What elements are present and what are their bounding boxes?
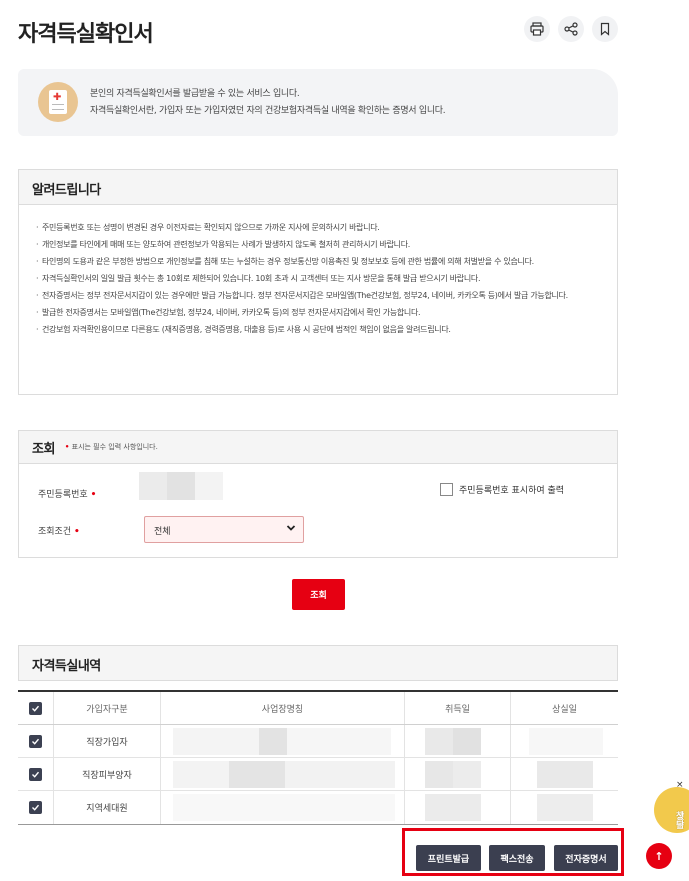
table-row: 직장가입자 [18,725,618,758]
print-icon[interactable] [524,16,550,42]
table-header: 가입자구분 사업장명칭 취득일 상실일 [18,692,618,725]
chatbot-label-bottom: 상담 [676,812,685,831]
row-checkbox[interactable] [29,734,42,748]
rrn-masked-field[interactable] [167,472,195,500]
required-note: • 표시는 필수 입력 사항입니다. [64,443,158,451]
notice-item: 건강보험 자격확인용이므로 다른용도 (재직증명용, 경력증명용, 대출용 등)… [36,323,601,336]
rrn-masked-field[interactable] [139,472,167,500]
member-type: 직장가입자 [54,725,161,757]
select-all-checkbox[interactable] [29,701,42,715]
notice-item: 타인명의 도용과 같은 부정한 방법으로 개인정보를 침해 또는 누설하는 경우… [36,255,601,268]
notice-item: 주민등록번호 또는 성명이 변경된 경우 이전자료는 확인되지 않으므로 가까운… [36,221,601,234]
table-row: 지역세대원 [18,791,618,824]
rrn-display-checkbox[interactable] [440,483,453,496]
notice-section: 알려드립니다 주민등록번호 또는 성명이 변경된 경우 이전자료는 확인되지 않… [18,169,618,395]
rrn-display-label: 주민등록번호 표시하여 출력 [459,486,565,496]
member-type: 직장피부양자 [54,758,161,790]
member-type: 지역세대원 [54,791,161,824]
search-button[interactable]: 조회 [292,579,345,610]
service-intro: ✚ 본인의 자격득실확인서를 발급받을 수 있는 서비스 입니다. 자격득실확인… [18,69,618,136]
rrn-display-option[interactable]: 주민등록번호 표시하여 출력 [440,483,564,496]
lost-date-masked [511,791,618,824]
print-issue-button[interactable]: 프린트발급 [416,845,481,871]
history-title: 자격득실내역 [18,645,618,681]
notice-item: 발급한 전자증명서는 모바일앱(The건강보험, 정부24, 네이버, 카카오톡… [36,306,601,319]
intro-line-1: 본인의 자격득실확인서를 발급받을 수 있는 서비스 입니다. [90,89,300,99]
condition-select[interactable]: 전체 [144,516,304,543]
column-header: 상실일 [552,704,577,715]
table-row: 직장피부양자 [18,758,618,791]
column-header: 사업장명칭 [161,692,405,724]
certificate-icon: ✚ [38,82,78,122]
chatbot-close-icon[interactable]: × [676,780,684,790]
condition-label: 조회조건 • [38,527,80,537]
chatbot-button[interactable]: 챗봇 상담 [654,787,689,833]
notice-item: 개인정보를 타인에게 매매 또는 양도하여 관련정보가 악용되는 사례가 발생하… [36,238,601,251]
notice-item: 자격득실확인서의 일일 발급 횟수는 총 10회로 제한되어 있습니다. 10회… [36,272,601,285]
issue-actions: 프린트발급 팩스전송 전자증명서 [402,828,624,876]
history-table: 가입자구분 사업장명칭 취득일 상실일 직장가입자 직장피부양자 지역세대원 [18,690,618,825]
chevron-down-icon [285,522,297,537]
column-header: 가입자구분 [54,692,161,724]
search-title: 조회 [32,441,55,457]
intro-line-2: 자격득실확인서란, 가입자 또는 가입자였던 자의 건강보험자격득실 내역을 확… [90,106,446,116]
condition-value: 전체 [154,527,171,537]
workplace-masked [161,725,405,757]
row-checkbox[interactable] [29,767,42,781]
workplace-masked [161,791,405,824]
acquired-date-masked [405,758,511,790]
rrn-masked-field[interactable] [195,472,223,500]
acquired-date-masked [405,791,511,824]
notice-title: 알려드립니다 [19,170,617,205]
column-header: 취득일 [405,692,511,724]
lost-date-masked [511,725,618,757]
row-checkbox[interactable] [29,801,42,814]
page-title: 자격득실확인서 [18,22,154,47]
page-tools [524,16,618,42]
bookmark-icon[interactable] [592,16,618,42]
rrn-label: 주민등록번호 • [38,490,97,500]
search-section: 조회 • 표시는 필수 입력 사항입니다. 주민등록번호 • 주민등록번호 표시… [18,430,618,558]
fax-send-button[interactable]: 팩스전송 [489,845,545,871]
share-icon[interactable] [558,16,584,42]
scroll-top-button[interactable]: ↑ [646,843,672,869]
acquired-date-masked [405,725,511,757]
e-certificate-button[interactable]: 전자증명서 [554,845,618,871]
lost-date-masked [511,758,618,790]
notice-item: 전자증명서는 정부 전자문서지갑이 있는 경우에만 발급 가능합니다. 정부 전… [36,289,601,302]
workplace-masked [161,758,405,790]
